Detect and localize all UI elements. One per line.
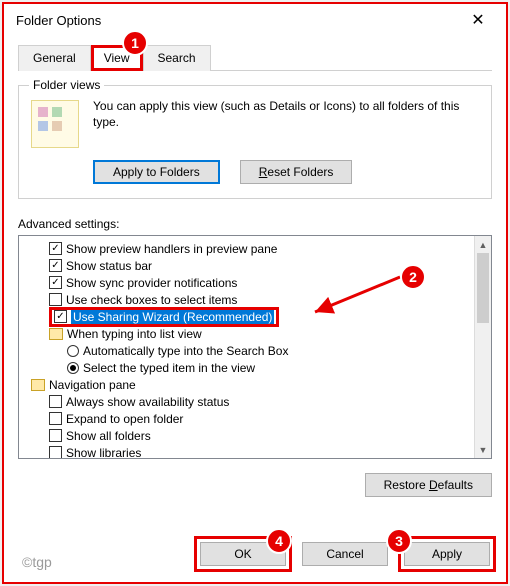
advanced-settings-label: Advanced settings:	[18, 217, 492, 231]
apply-button[interactable]: Apply	[404, 542, 490, 566]
checkbox-icon	[49, 446, 62, 459]
scroll-down-icon[interactable]: ▼	[475, 441, 491, 458]
cancel-button[interactable]: Cancel	[302, 542, 388, 566]
annotation-marker-1: 1	[122, 30, 148, 56]
list-item[interactable]: Automatically type into the Search Box	[27, 342, 473, 359]
close-icon[interactable]: ✕	[458, 6, 498, 34]
tab-strip: General View Search	[18, 44, 492, 71]
watermark: ©tgp	[22, 554, 52, 570]
checkbox-icon	[49, 259, 62, 272]
list-item[interactable]: Show libraries	[27, 444, 473, 459]
folder-views-icon	[31, 100, 79, 148]
tab-search[interactable]: Search	[143, 45, 211, 71]
checkbox-icon	[49, 412, 62, 425]
annotation-marker-3: 3	[386, 528, 412, 554]
annotation-arrow	[310, 277, 410, 320]
folder-icon	[31, 379, 45, 391]
list-item[interactable]: Show preview handlers in preview pane	[27, 240, 473, 257]
checkbox-icon	[49, 429, 62, 442]
list-item[interactable]: Show all folders	[27, 427, 473, 444]
checkbox-icon	[49, 242, 62, 255]
titlebar: Folder Options ✕	[4, 4, 506, 36]
checkbox-icon	[54, 310, 67, 323]
list-item[interactable]: Select the typed item in the view	[27, 359, 473, 376]
window-title: Folder Options	[16, 13, 458, 28]
folder-icon	[49, 328, 63, 340]
folder-views-group: Folder views You can apply this view (su…	[18, 85, 492, 199]
dialog-footer: OK Cancel Apply	[194, 536, 496, 572]
scrollbar[interactable]: ▲ ▼	[474, 236, 491, 458]
annotation-marker-2: 2	[400, 264, 426, 290]
list-item[interactable]: Expand to open folder	[27, 410, 473, 427]
restore-defaults-button[interactable]: Restore Defaults	[365, 473, 492, 497]
apply-highlight: Apply	[398, 536, 496, 572]
radio-icon	[67, 345, 79, 357]
checkbox-icon	[49, 293, 62, 306]
list-item[interactable]: Always show availability status	[27, 393, 473, 410]
scroll-thumb[interactable]	[477, 253, 489, 323]
folder-views-text: You can apply this view (such as Details…	[93, 98, 479, 148]
list-item[interactable]: When typing into list view	[27, 325, 473, 342]
checkbox-icon	[49, 276, 62, 289]
annotation-marker-4: 4	[266, 528, 292, 554]
tab-general[interactable]: General	[18, 45, 91, 71]
list-item[interactable]: Navigation pane	[27, 376, 473, 393]
tab-view[interactable]: View	[104, 51, 130, 65]
reset-folders-button[interactable]: Reset Folders	[240, 160, 353, 184]
scroll-up-icon[interactable]: ▲	[475, 236, 491, 253]
radio-icon	[67, 362, 79, 374]
folder-views-legend: Folder views	[29, 78, 104, 92]
checkbox-icon	[49, 395, 62, 408]
apply-to-folders-button[interactable]: Apply to Folders	[93, 160, 220, 184]
